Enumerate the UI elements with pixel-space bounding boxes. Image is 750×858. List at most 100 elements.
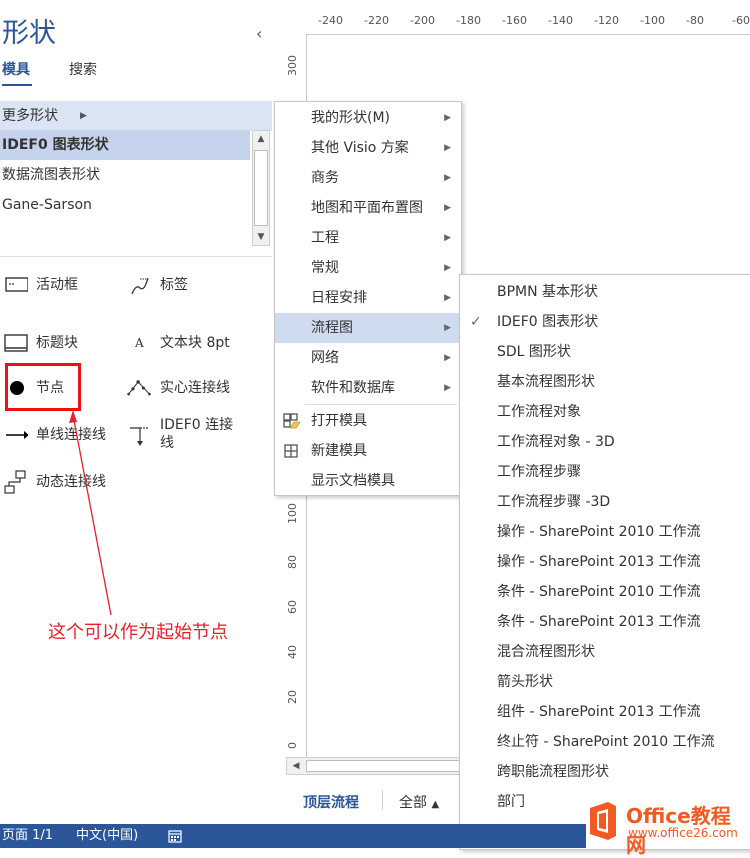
menu-item-stencil[interactable]: 条件 - SharePoint 2010 工作流	[460, 577, 750, 607]
svg-text:A: A	[134, 336, 144, 350]
menu-item-stencil[interactable]: 组件 - SharePoint 2013 工作流	[460, 697, 750, 727]
text-block-icon: A	[134, 336, 144, 350]
menu-item-category[interactable]: 流程图 ▶	[275, 313, 461, 343]
menu-item-stencil[interactable]: 工作流程对象	[460, 397, 750, 427]
menu-item-stencil[interactable]: 箭头形状	[460, 667, 750, 697]
menu-item-stencil[interactable]: 跨职能流程图形状	[460, 757, 750, 787]
menu-item-stencil[interactable]: 基本流程图形状	[460, 367, 750, 397]
scroll-left-icon[interactable]: ◀	[288, 758, 304, 774]
menu-item-label: 工作流程步骤 -3D	[497, 494, 611, 510]
chevron-right-icon: ▶	[80, 111, 87, 121]
stencil-item[interactable]: Gane-Sarson	[0, 190, 250, 220]
checkmark-icon: ✓	[470, 314, 482, 330]
menu-item-label: 操作 - SharePoint 2013 工作流	[497, 554, 701, 570]
menu-item-label: 操作 - SharePoint 2010 工作流	[497, 524, 701, 540]
menu-item-category[interactable]: 地图和平面布置图 ▶	[275, 193, 461, 223]
menu-item-label: 流程图	[311, 320, 353, 336]
chevron-left-icon[interactable]: ‹	[256, 24, 262, 43]
annotation-arrow	[69, 410, 112, 616]
stencil-item[interactable]: IDEF0 图表形状	[0, 130, 250, 160]
page-tab-all[interactable]: 全部 ▲	[399, 792, 439, 812]
activity-box-icon	[5, 277, 28, 292]
ruler-tick-label: 60	[286, 600, 299, 614]
more-shapes-label: 更多形状	[2, 108, 58, 124]
menu-item-label: 网络	[311, 350, 339, 366]
menu-item-stencil[interactable]: SDL 图形状	[460, 337, 750, 367]
menu-item-category[interactable]: 工程 ▶	[275, 223, 461, 253]
menu-item-show-document-stencil[interactable]: 显示文档模具	[275, 466, 461, 496]
menu-item-label: 地图和平面布置图	[311, 200, 423, 216]
highlight-box	[5, 363, 81, 411]
page-indicator[interactable]: 页面 1/1	[2, 824, 53, 848]
shape-label: 标题块	[36, 335, 78, 351]
menu-item-category[interactable]: 常规 ▶	[275, 253, 461, 283]
menu-item-stencil[interactable]: 工作流程步骤	[460, 457, 750, 487]
shape-solid-connector[interactable]: 实心连接线	[126, 373, 250, 403]
tab-search[interactable]: 搜索	[69, 60, 97, 80]
menu-item-category[interactable]: 我的形状(M) ▶	[275, 103, 461, 133]
menu-item-stencil[interactable]: 工作流程步骤 -3D	[460, 487, 750, 517]
menu-item-label: BPMN 基本形状	[497, 284, 599, 300]
shape-label: 实心连接线	[160, 380, 230, 396]
menu-item-stencil[interactable]: 操作 - SharePoint 2013 工作流	[460, 547, 750, 577]
annotation-text: 这个可以作为起始节点	[48, 622, 228, 643]
chevron-right-icon: ▶	[444, 203, 451, 213]
menu-item-new-stencil[interactable]: 新建模具	[275, 436, 461, 466]
menu-item-category[interactable]: 网络 ▶	[275, 343, 461, 373]
stencil-item[interactable]: 数据流图表形状	[0, 160, 250, 190]
menu-item-label: 混合流程图形状	[497, 644, 595, 660]
shape-idef0-connector[interactable]: IDEF0 连接线	[126, 412, 250, 458]
scroll-up-icon[interactable]: ▲	[252, 130, 270, 148]
solid-connector-icon	[127, 380, 151, 396]
tab-stencils[interactable]: 模具	[2, 60, 30, 80]
shape-label: IDEF0 连接线	[160, 417, 234, 451]
chevron-right-icon: ▶	[444, 143, 451, 153]
menu-item-category[interactable]: 其他 Visio 方案 ▶	[275, 133, 461, 163]
scroll-down-icon[interactable]: ▼	[252, 228, 270, 246]
pane-title: 形状	[2, 18, 56, 49]
scroll-thumb[interactable]	[254, 150, 268, 226]
menu-item-open-stencil[interactable]: 打开模具	[275, 406, 461, 436]
menu-item-label: 部门	[497, 794, 525, 810]
menu-item-stencil[interactable]: 操作 - SharePoint 2010 工作流	[460, 517, 750, 547]
menu-item-stencil[interactable]: 终止符 - SharePoint 2010 工作流	[460, 727, 750, 757]
menu-item-stencil[interactable]: 条件 - SharePoint 2013 工作流	[460, 607, 750, 637]
menu-item-category[interactable]: 软件和数据库 ▶	[275, 373, 461, 403]
calendar-icon[interactable]	[168, 829, 182, 843]
more-shapes-button[interactable]: 更多形状 ▶	[0, 101, 272, 131]
office-logo-icon	[590, 802, 616, 840]
menu-item-label: 软件和数据库	[311, 380, 395, 396]
dynamic-connector-icon	[4, 470, 26, 494]
menu-item-label: 商务	[311, 170, 339, 186]
ruler-tick-label: -120	[594, 14, 619, 27]
page-tab-current[interactable]: 顶层流程	[303, 792, 359, 812]
chevron-right-icon: ▶	[444, 263, 451, 273]
menu-item-label: 条件 - SharePoint 2010 工作流	[497, 584, 701, 600]
menu-item-category[interactable]: 商务 ▶	[275, 163, 461, 193]
chevron-right-icon: ▶	[444, 113, 451, 123]
logo-url: www.office26.com	[628, 826, 738, 840]
menu-item-label: 常规	[311, 260, 339, 276]
shape-activity-box[interactable]: 活动框	[2, 270, 122, 300]
scroll-thumb[interactable]	[306, 760, 462, 772]
menu-item-label: IDEF0 图表形状	[497, 314, 599, 330]
menu-item-stencil[interactable]: ✓ IDEF0 图表形状	[460, 307, 750, 337]
shape-label: 标签	[160, 277, 188, 293]
single-line-connector-icon	[6, 431, 28, 439]
menu-item-stencil[interactable]: 工作流程对象 - 3D	[460, 427, 750, 457]
flowchart-submenu: BPMN 基本形状 ✓ IDEF0 图表形状 SDL 图形状 基本流程图形状 工作流程对象…	[459, 274, 750, 850]
language-indicator[interactable]: 中文(中国)	[76, 824, 138, 848]
new-stencil-icon	[284, 444, 298, 458]
shape-text-block[interactable]: A 文本块 8pt	[126, 328, 250, 358]
divider	[0, 256, 272, 257]
chevron-right-icon: ▶	[444, 383, 451, 393]
shape-label-item[interactable]: 标签	[126, 270, 246, 300]
ruler-tick-label: 40	[286, 645, 299, 659]
menu-item-stencil[interactable]: BPMN 基本形状	[460, 277, 750, 307]
menu-item-category[interactable]: 日程安排 ▶	[275, 283, 461, 313]
menu-item-label: 我的形状(M)	[311, 110, 391, 126]
shape-title-block[interactable]: 标题块	[2, 328, 122, 358]
menu-item-stencil[interactable]: 混合流程图形状	[460, 637, 750, 667]
menu-item-label: 打开模具	[311, 413, 367, 429]
menu-item-label: 其他 Visio 方案	[311, 140, 409, 156]
